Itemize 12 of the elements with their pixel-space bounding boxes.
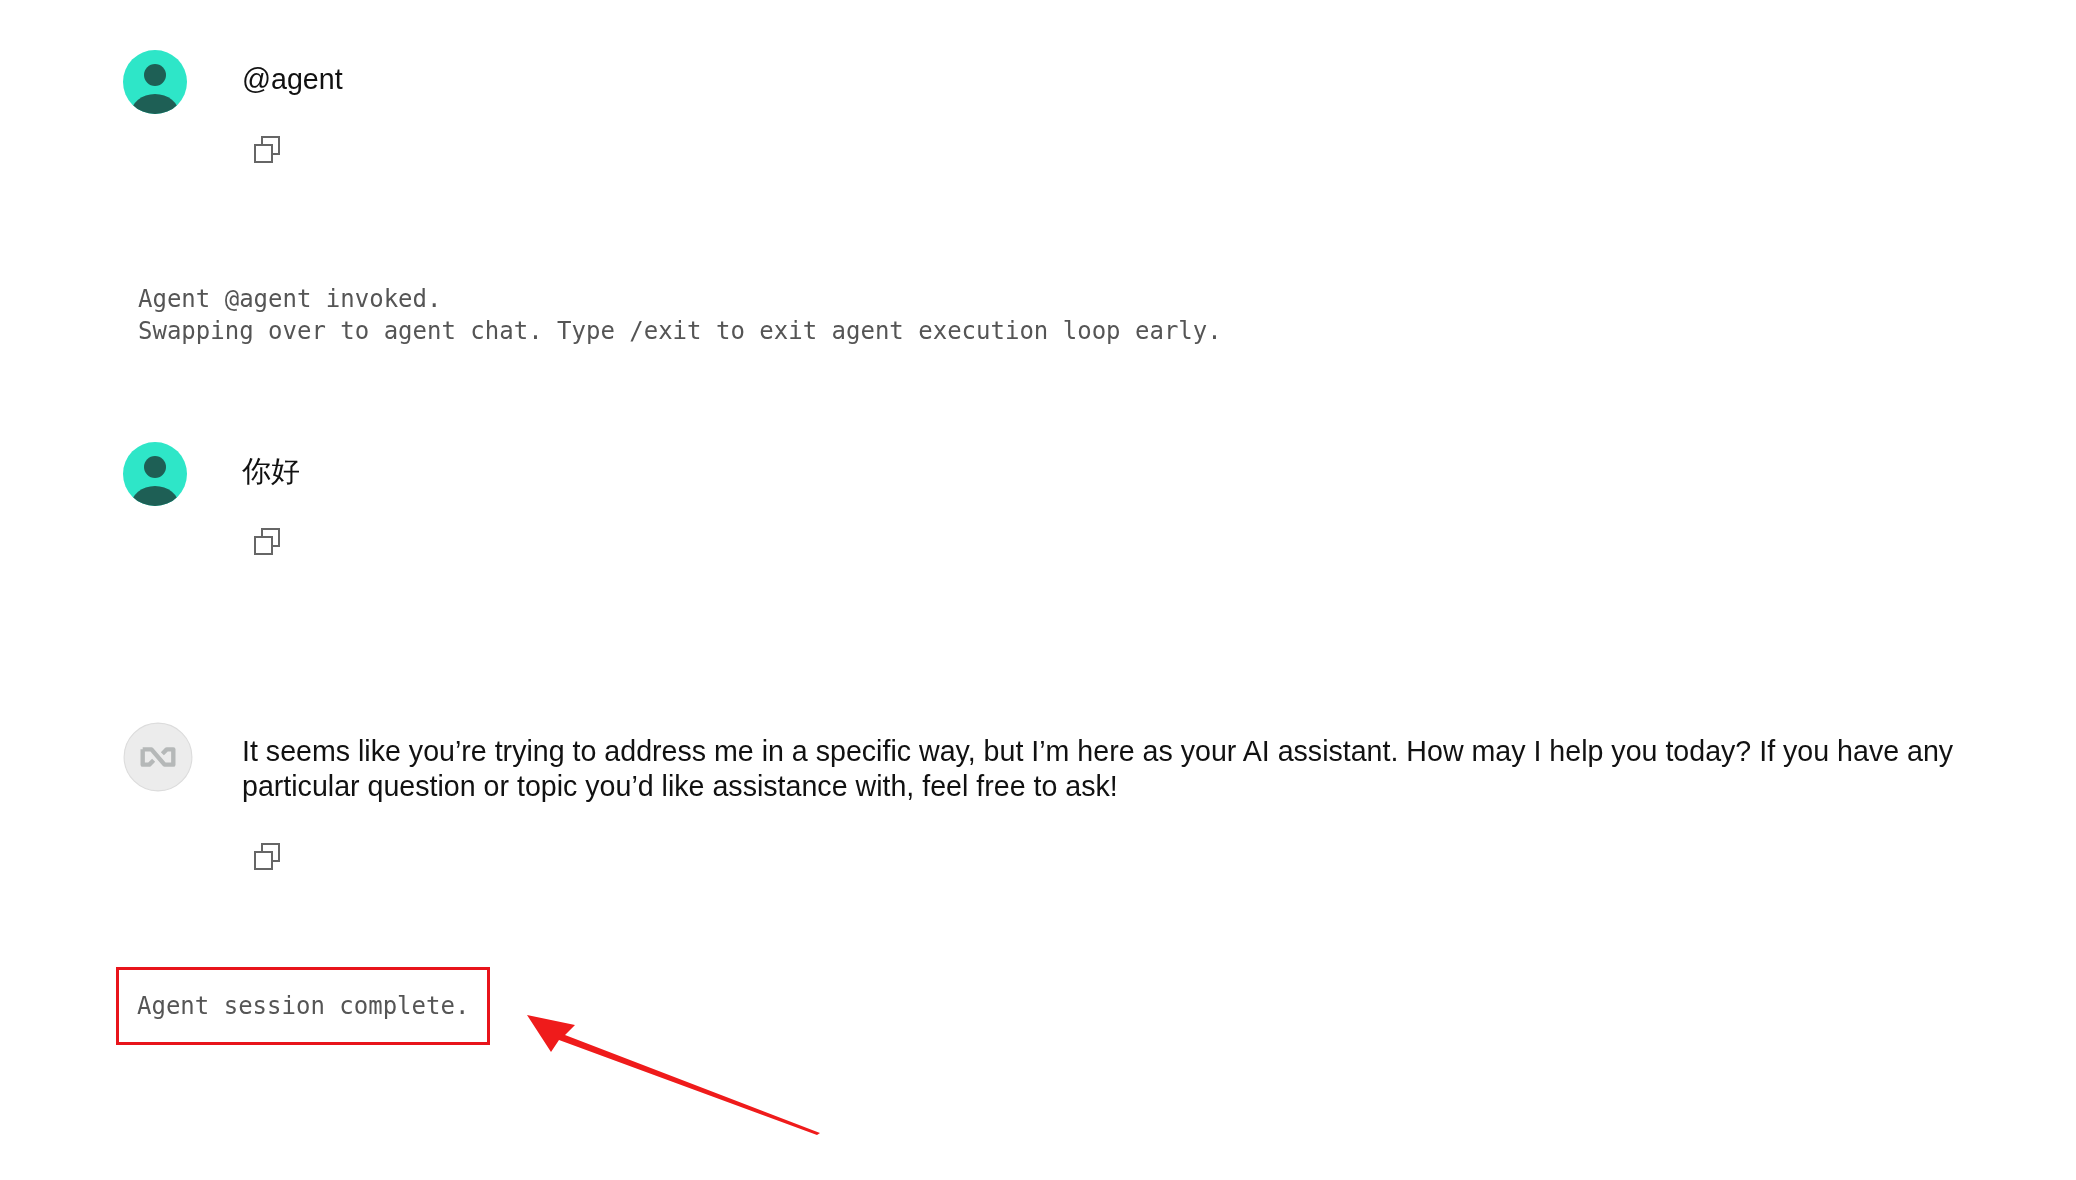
copy-icon[interactable]: [252, 842, 282, 872]
assistant-avatar: [123, 722, 193, 792]
message-text: It seems like you’re trying to address me in a specific way, but I’m here as your AI assistant. How may I help you today? If you have any particular question or topic you’d like assistance with, feel free to ask!: [242, 734, 1955, 804]
system-message: Agent session complete.: [137, 991, 470, 1022]
system-message: Agent @agent invoked.: [138, 284, 443, 315]
copy-icon[interactable]: [252, 135, 282, 165]
system-message: Swapping over to agent chat. Type /exit to exit agent execution loop early.: [138, 316, 1222, 347]
copy-icon[interactable]: [252, 527, 282, 557]
message-text: @agent: [242, 62, 343, 97]
user-avatar: [123, 50, 187, 114]
message-text: 你好: [242, 454, 300, 489]
user-avatar: [123, 442, 187, 506]
